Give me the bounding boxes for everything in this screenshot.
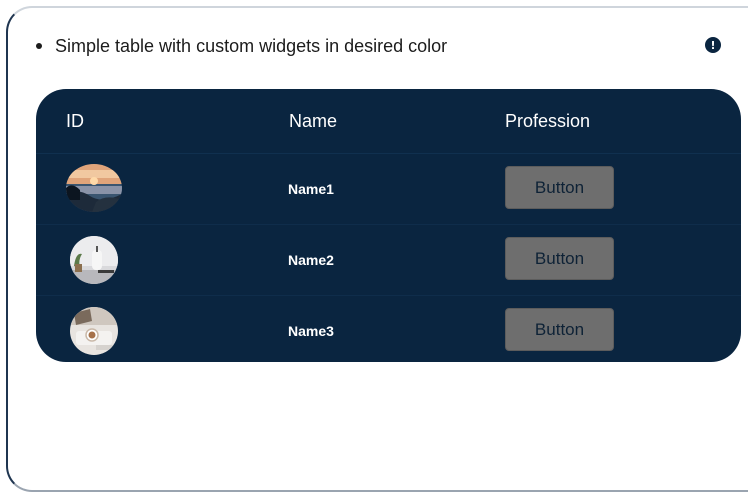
sunset-beach-photo-icon xyxy=(66,164,122,212)
data-table: ID Name Profession Name1 Button Name2 Bu… xyxy=(36,89,741,362)
profession-button[interactable]: Button xyxy=(505,166,614,209)
table-row: Name2 Button xyxy=(36,225,741,296)
name-cell: Name1 xyxy=(288,181,334,197)
avatar xyxy=(70,236,118,284)
avatar xyxy=(66,164,122,212)
avatar xyxy=(70,307,118,355)
name-cell: Name2 xyxy=(288,252,334,268)
description-text: Simple table with custom widgets in desi… xyxy=(55,35,448,56)
table-row: Name1 Button xyxy=(36,154,741,225)
table-row: Name3 Button xyxy=(36,296,741,362)
profession-button[interactable]: Button xyxy=(505,308,614,351)
coffee-desk-photo-icon xyxy=(70,307,118,355)
name-cell: Name3 xyxy=(288,323,334,339)
white-vase-plant-photo-icon xyxy=(70,236,118,284)
table-header: ID Name Profession xyxy=(36,89,741,154)
bullet-icon xyxy=(36,43,42,49)
profession-button[interactable]: Button xyxy=(505,237,614,280)
column-header-name[interactable]: Name xyxy=(289,89,337,153)
column-header-profession[interactable]: Profession xyxy=(505,89,590,153)
description-item: Simple table with custom widgets in desi… xyxy=(36,34,447,58)
column-header-id[interactable]: ID xyxy=(66,89,84,153)
info-icon[interactable]: ! xyxy=(705,37,721,53)
